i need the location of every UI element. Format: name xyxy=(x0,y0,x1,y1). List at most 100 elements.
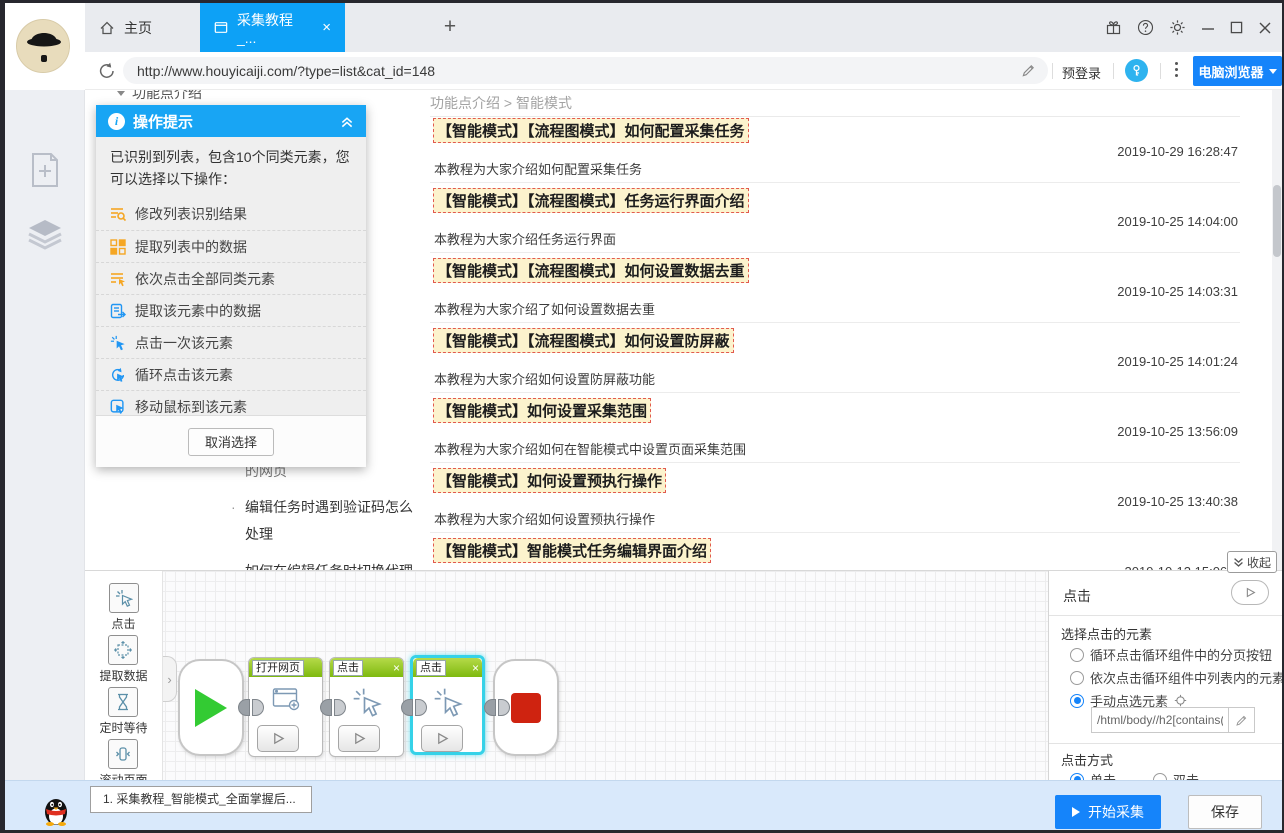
action-edit-list-result[interactable]: 修改列表识别结果 xyxy=(96,198,366,230)
palette-expand-handle[interactable]: › xyxy=(163,656,177,702)
article-date: 2019-10-25 13:40:38 xyxy=(1117,494,1238,509)
article-title-highlighted[interactable]: 【智能模式】【流程图模式】如何设置数据去重 xyxy=(433,258,749,283)
app-window: 主页 采集教程_... × + http://www.houyicaiji.co… xyxy=(0,0,1284,833)
option-label: 依次点击循环组件中列表内的元素 xyxy=(1090,671,1284,686)
xpath-input[interactable] xyxy=(1092,708,1228,732)
save-button[interactable]: 保存 xyxy=(1188,795,1262,829)
tab-close-icon[interactable]: × xyxy=(322,20,331,35)
gift-icon[interactable] xyxy=(1105,19,1122,36)
action-extract-list-data[interactable]: 提取列表中的数据 xyxy=(96,230,366,262)
node-close-icon[interactable]: × xyxy=(393,662,400,674)
action-extract-element-data[interactable]: 提取该元素中的数据 xyxy=(96,294,366,326)
article-title-highlighted[interactable]: 【智能模式】如何设置采集范围 xyxy=(433,398,652,423)
browser-mode-label: 电脑浏览器 xyxy=(1198,64,1264,80)
divider xyxy=(1049,743,1282,744)
close-window-icon[interactable] xyxy=(1258,21,1272,35)
more-menu-icon[interactable] xyxy=(1175,62,1178,77)
node-body xyxy=(330,677,403,757)
node-header: 点击 × xyxy=(413,658,482,677)
article-date: 2019-10-25 14:01:24 xyxy=(1117,354,1238,369)
avatar[interactable] xyxy=(16,19,70,73)
click-step-icon xyxy=(108,583,139,613)
radio-unchecked[interactable] xyxy=(1070,670,1084,685)
bottom-bar: 1. 采集教程_智能模式_全面掌握后... 开始采集 保存 xyxy=(5,780,1282,830)
node-connector[interactable] xyxy=(484,699,510,716)
start-play-icon xyxy=(195,688,227,727)
collapse-panel-icon[interactable] xyxy=(340,115,354,128)
edit-url-pencil-icon[interactable] xyxy=(1021,63,1036,78)
help-icon[interactable] xyxy=(1137,19,1154,36)
start-collection-button[interactable]: 开始采集 xyxy=(1055,795,1161,829)
scrollbar-thumb[interactable] xyxy=(1273,185,1281,257)
pre-login-button[interactable]: 预登录 xyxy=(1062,63,1101,82)
minimize-icon[interactable] xyxy=(1201,21,1215,35)
action-label: 提取该元素中的数据 xyxy=(135,302,261,319)
radio-unchecked[interactable] xyxy=(1070,647,1084,662)
node-play-button[interactable] xyxy=(338,725,380,752)
option-loop-pagination[interactable]: 循环点击循环组件中的分页按钮 xyxy=(1070,645,1272,664)
url-input[interactable] xyxy=(123,62,1021,79)
action-label: 移动鼠标到该元素 xyxy=(135,398,247,415)
maximize-icon[interactable] xyxy=(1230,21,1243,34)
palette-item-extract-data[interactable]: 提取数据 xyxy=(99,635,148,684)
palette-item-wait[interactable]: 定时等待 xyxy=(99,687,148,736)
crosshair-picker-icon[interactable] xyxy=(1174,694,1187,707)
action-click-all-similar[interactable]: 依次点击全部同类元素 xyxy=(96,262,366,294)
article-row: 【智能模式】智能模式任务编辑界面介绍 2019-10-12 15:06:2 xyxy=(430,533,1240,570)
node-close-icon[interactable]: × xyxy=(472,662,479,674)
action-click-once[interactable]: 点击一次该元素 xyxy=(96,326,366,358)
window-controls xyxy=(1105,19,1272,36)
edit-xpath-pencil-icon[interactable] xyxy=(1228,708,1254,732)
config-run-step-button[interactable] xyxy=(1231,580,1269,605)
page-sidebar-link[interactable]: 编辑任务时遇到验证码怎么处理 xyxy=(231,494,425,548)
select-element-section-label: 选择点击的元素 xyxy=(1061,627,1153,642)
palette-item-click[interactable]: 点击 xyxy=(108,583,139,632)
article-title-highlighted[interactable]: 【智能模式】【流程图模式】任务运行界面介绍 xyxy=(433,188,749,213)
node-play-button[interactable] xyxy=(421,725,463,752)
layers-icon[interactable] xyxy=(27,218,63,252)
collapse-label: 收起 xyxy=(1246,555,1271,570)
article-date: 2019-10-29 16:28:47 xyxy=(1117,144,1238,159)
action-loop-click[interactable]: 循环点击该元素 xyxy=(96,358,366,390)
click-burst-icon xyxy=(110,335,125,350)
browser-mode-dropdown[interactable]: 电脑浏览器 xyxy=(1193,56,1282,86)
tab-active[interactable]: 采集教程_... × xyxy=(200,3,345,52)
article-title-highlighted[interactable]: 【智能模式】【流程图模式】如何配置采集任务 xyxy=(433,118,749,143)
qq-penguin-icon[interactable] xyxy=(43,796,69,826)
start-node[interactable] xyxy=(178,659,244,756)
hover-cursor-icon xyxy=(110,399,124,414)
collapse-browser-button[interactable]: 收起 xyxy=(1227,551,1277,573)
config-panel-title: 点击 xyxy=(1063,588,1091,604)
cancel-selection-button[interactable]: 取消选择 xyxy=(188,427,274,456)
page-sidebar-heading[interactable]: 功能点介绍 xyxy=(117,90,202,103)
node-header: 点击 × xyxy=(330,658,403,677)
grid-data-icon xyxy=(110,238,126,255)
new-tab-button[interactable]: + xyxy=(437,15,463,41)
new-task-icon[interactable] xyxy=(29,152,61,188)
document-extract-icon xyxy=(110,303,126,318)
radio-checked[interactable] xyxy=(1070,693,1084,708)
task-tab[interactable]: 1. 采集教程_智能模式_全面掌握后... xyxy=(90,786,312,813)
refresh-icon[interactable] xyxy=(98,62,116,80)
login-key-icon[interactable] xyxy=(1125,59,1148,82)
article-title-highlighted[interactable]: 【智能模式】【流程图模式】如何设置防屏蔽 xyxy=(433,328,734,353)
node-play-button[interactable] xyxy=(257,725,299,752)
palette-label: 定时等待 xyxy=(99,721,148,735)
click-mode-section-label: 点击方式 xyxy=(1061,753,1114,768)
url-row: 预登录 电脑浏览器 xyxy=(85,52,1282,90)
settings-gear-icon[interactable] xyxy=(1169,19,1186,36)
tab-home[interactable]: 主页 xyxy=(85,3,200,52)
article-title-highlighted[interactable]: 【智能模式】如何设置预执行操作 xyxy=(433,468,667,493)
option-click-list-elements[interactable]: 依次点击循环组件中列表内的元素 xyxy=(1070,668,1284,687)
article-row: 【智能模式】【流程图模式】如何设置防屏蔽 2019-10-25 14:01:24… xyxy=(430,323,1240,393)
node-label: 打开网页 xyxy=(252,659,304,676)
caret-down-icon xyxy=(117,90,125,96)
node-connector[interactable] xyxy=(320,699,346,716)
url-bar[interactable] xyxy=(123,57,1048,84)
node-connector[interactable] xyxy=(238,699,264,716)
divider xyxy=(1113,63,1114,79)
article-title-highlighted[interactable]: 【智能模式】智能模式任务编辑界面介绍 xyxy=(433,538,712,563)
click-burst-icon xyxy=(353,688,382,717)
node-connector[interactable] xyxy=(401,699,427,716)
page-sidebar-link[interactable]: 如何在编辑任务时切换代理 xyxy=(231,558,425,570)
